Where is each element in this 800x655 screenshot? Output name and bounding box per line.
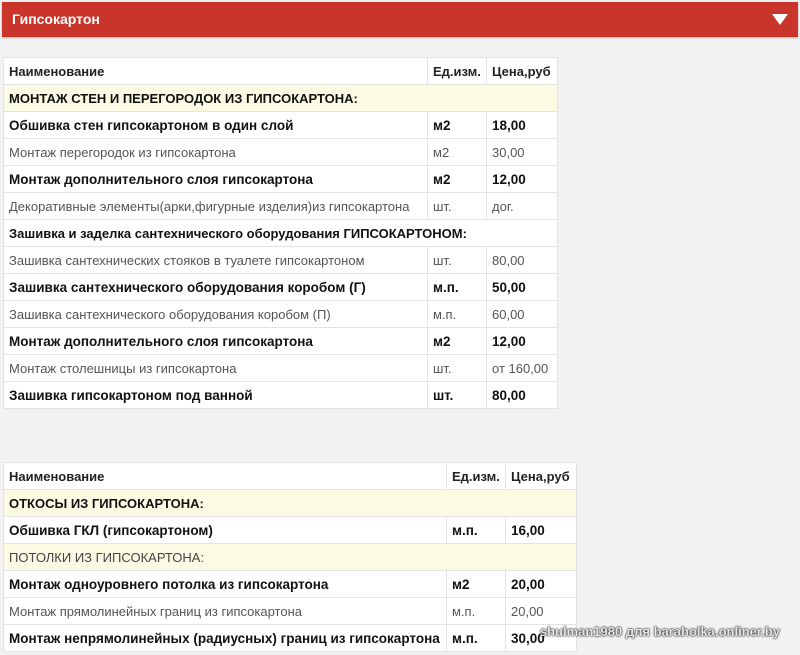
item-unit: м.п. <box>427 300 487 328</box>
section-title-cell: Зашивка и заделка сантехнического оборуд… <box>3 219 558 247</box>
column-header-unit: Ед.изм. <box>446 462 506 490</box>
table-row: Монтаж непрямолинейных (радиусных) грани… <box>3 624 577 652</box>
item-unit: м2 <box>427 165 487 193</box>
item-name: Зашивка сантехнического оборудования кор… <box>3 300 428 328</box>
item-unit: м2 <box>427 111 487 139</box>
item-name: Обшивка стен гипсокартоном в один слой <box>3 111 428 139</box>
collapse-caret-icon[interactable] <box>772 14 788 25</box>
table-row: Декоративные элементы(арки,фигурные изде… <box>3 192 558 220</box>
item-name: Зашивка сантехнических стояков в туалете… <box>3 246 428 274</box>
section-row: ОТКОСЫ ИЗ ГИПСОКАРТОНА: <box>3 489 577 517</box>
section-title: Гипсокартон <box>12 11 100 27</box>
item-price: 12,00 <box>486 165 558 193</box>
column-header-price: Цена,руб <box>486 57 558 85</box>
column-header-name: Наименование <box>3 57 428 85</box>
column-header-price: Цена,руб <box>505 462 577 490</box>
section-row: Зашивка и заделка сантехнического оборуд… <box>3 219 558 247</box>
item-price: 12,00 <box>486 327 558 355</box>
item-price: 60,00 <box>486 300 558 328</box>
price-table-ceilings: Наименование Ед.изм. Цена,руб ОТКОСЫ ИЗ … <box>3 462 577 652</box>
item-price: 16,00 <box>505 516 577 544</box>
section-row: МОНТАЖ СТЕН И ПЕРЕГОРОДОК ИЗ ГИПСОКАРТОН… <box>3 84 558 112</box>
table-row: Монтаж одноуровнего потолка из гипсокарт… <box>3 570 577 598</box>
item-name: Зашивка гипсокартоном под ванной <box>3 381 428 409</box>
item-price: 80,00 <box>486 246 558 274</box>
table-row: Зашивка сантехнического оборудования кор… <box>3 273 558 301</box>
item-name: Монтаж непрямолинейных (радиусных) грани… <box>3 624 447 652</box>
item-price: 50,00 <box>486 273 558 301</box>
table-row: Монтаж перегородок из гипсокартона м2 30… <box>3 138 558 166</box>
table-row: Монтаж дополнительного слоя гипсокартона… <box>3 327 558 355</box>
table-row: Монтаж прямолинейных границ из гипсокарт… <box>3 597 577 625</box>
item-unit: шт. <box>427 192 487 220</box>
column-header-unit: Ед.изм. <box>427 57 487 85</box>
table-header-row: Наименование Ед.изм. Цена,руб <box>3 462 577 490</box>
item-name: Монтаж столешницы из гипсокартона <box>3 354 428 382</box>
item-price: 80,00 <box>486 381 558 409</box>
column-header-name: Наименование <box>3 462 447 490</box>
item-unit: м.п. <box>446 597 506 625</box>
item-unit: м2 <box>446 570 506 598</box>
item-name: Монтаж перегородок из гипсокартона <box>3 138 428 166</box>
item-name: Зашивка сантехнического оборудования кор… <box>3 273 428 301</box>
item-name: Обшивка ГКЛ (гипсокартоном) <box>3 516 447 544</box>
item-name: Декоративные элементы(арки,фигурные изде… <box>3 192 428 220</box>
section-title-cell: МОНТАЖ СТЕН И ПЕРЕГОРОДОК ИЗ ГИПСОКАРТОН… <box>3 84 558 112</box>
table-row: Монтаж столешницы из гипсокартона шт. от… <box>3 354 558 382</box>
item-unit: шт. <box>427 354 487 382</box>
item-price: 20,00 <box>505 597 577 625</box>
item-name: Монтаж одноуровнего потолка из гипсокарт… <box>3 570 447 598</box>
item-name: Монтаж дополнительного слоя гипсокартона <box>3 327 428 355</box>
table-row: Обшивка ГКЛ (гипсокартоном) м.п. 16,00 <box>3 516 577 544</box>
item-unit: м.п. <box>446 516 506 544</box>
item-unit: м2 <box>427 327 487 355</box>
item-price: 20,00 <box>505 570 577 598</box>
section-title-cell: ПОТОЛКИ ИЗ ГИПСОКАРТОНА: <box>3 543 577 571</box>
item-name: Монтаж прямолинейных границ из гипсокарт… <box>3 597 447 625</box>
table-row: Обшивка стен гипсокартоном в один слой м… <box>3 111 558 139</box>
table-row: Зашивка сантехнического оборудования кор… <box>3 300 558 328</box>
price-table-walls: Наименование Ед.изм. Цена,руб МОНТАЖ СТЕ… <box>3 57 558 409</box>
table-header-row: Наименование Ед.изм. Цена,руб <box>3 57 558 85</box>
table-row: Зашивка сантехнических стояков в туалете… <box>3 246 558 274</box>
section-row: ПОТОЛКИ ИЗ ГИПСОКАРТОНА: <box>3 543 577 571</box>
item-price: дог. <box>486 192 558 220</box>
watermark-text: shulman1980 для baraholka.onliner.by <box>539 624 780 639</box>
item-unit: м2 <box>427 138 487 166</box>
item-unit: м.п. <box>446 624 506 652</box>
item-price: 30,00 <box>486 138 558 166</box>
item-price: от 160,00 <box>486 354 558 382</box>
table-row: Монтаж дополнительного слоя гипсокартона… <box>3 165 558 193</box>
item-unit: шт. <box>427 246 487 274</box>
section-header-gypsum[interactable]: Гипсокартон <box>2 2 798 37</box>
table-row: Зашивка гипсокартоном под ванной шт. 80,… <box>3 381 558 409</box>
item-price: 18,00 <box>486 111 558 139</box>
section-title-cell: ОТКОСЫ ИЗ ГИПСОКАРТОНА: <box>3 489 577 517</box>
item-name: Монтаж дополнительного слоя гипсокартона <box>3 165 428 193</box>
item-unit: шт. <box>427 381 487 409</box>
item-unit: м.п. <box>427 273 487 301</box>
